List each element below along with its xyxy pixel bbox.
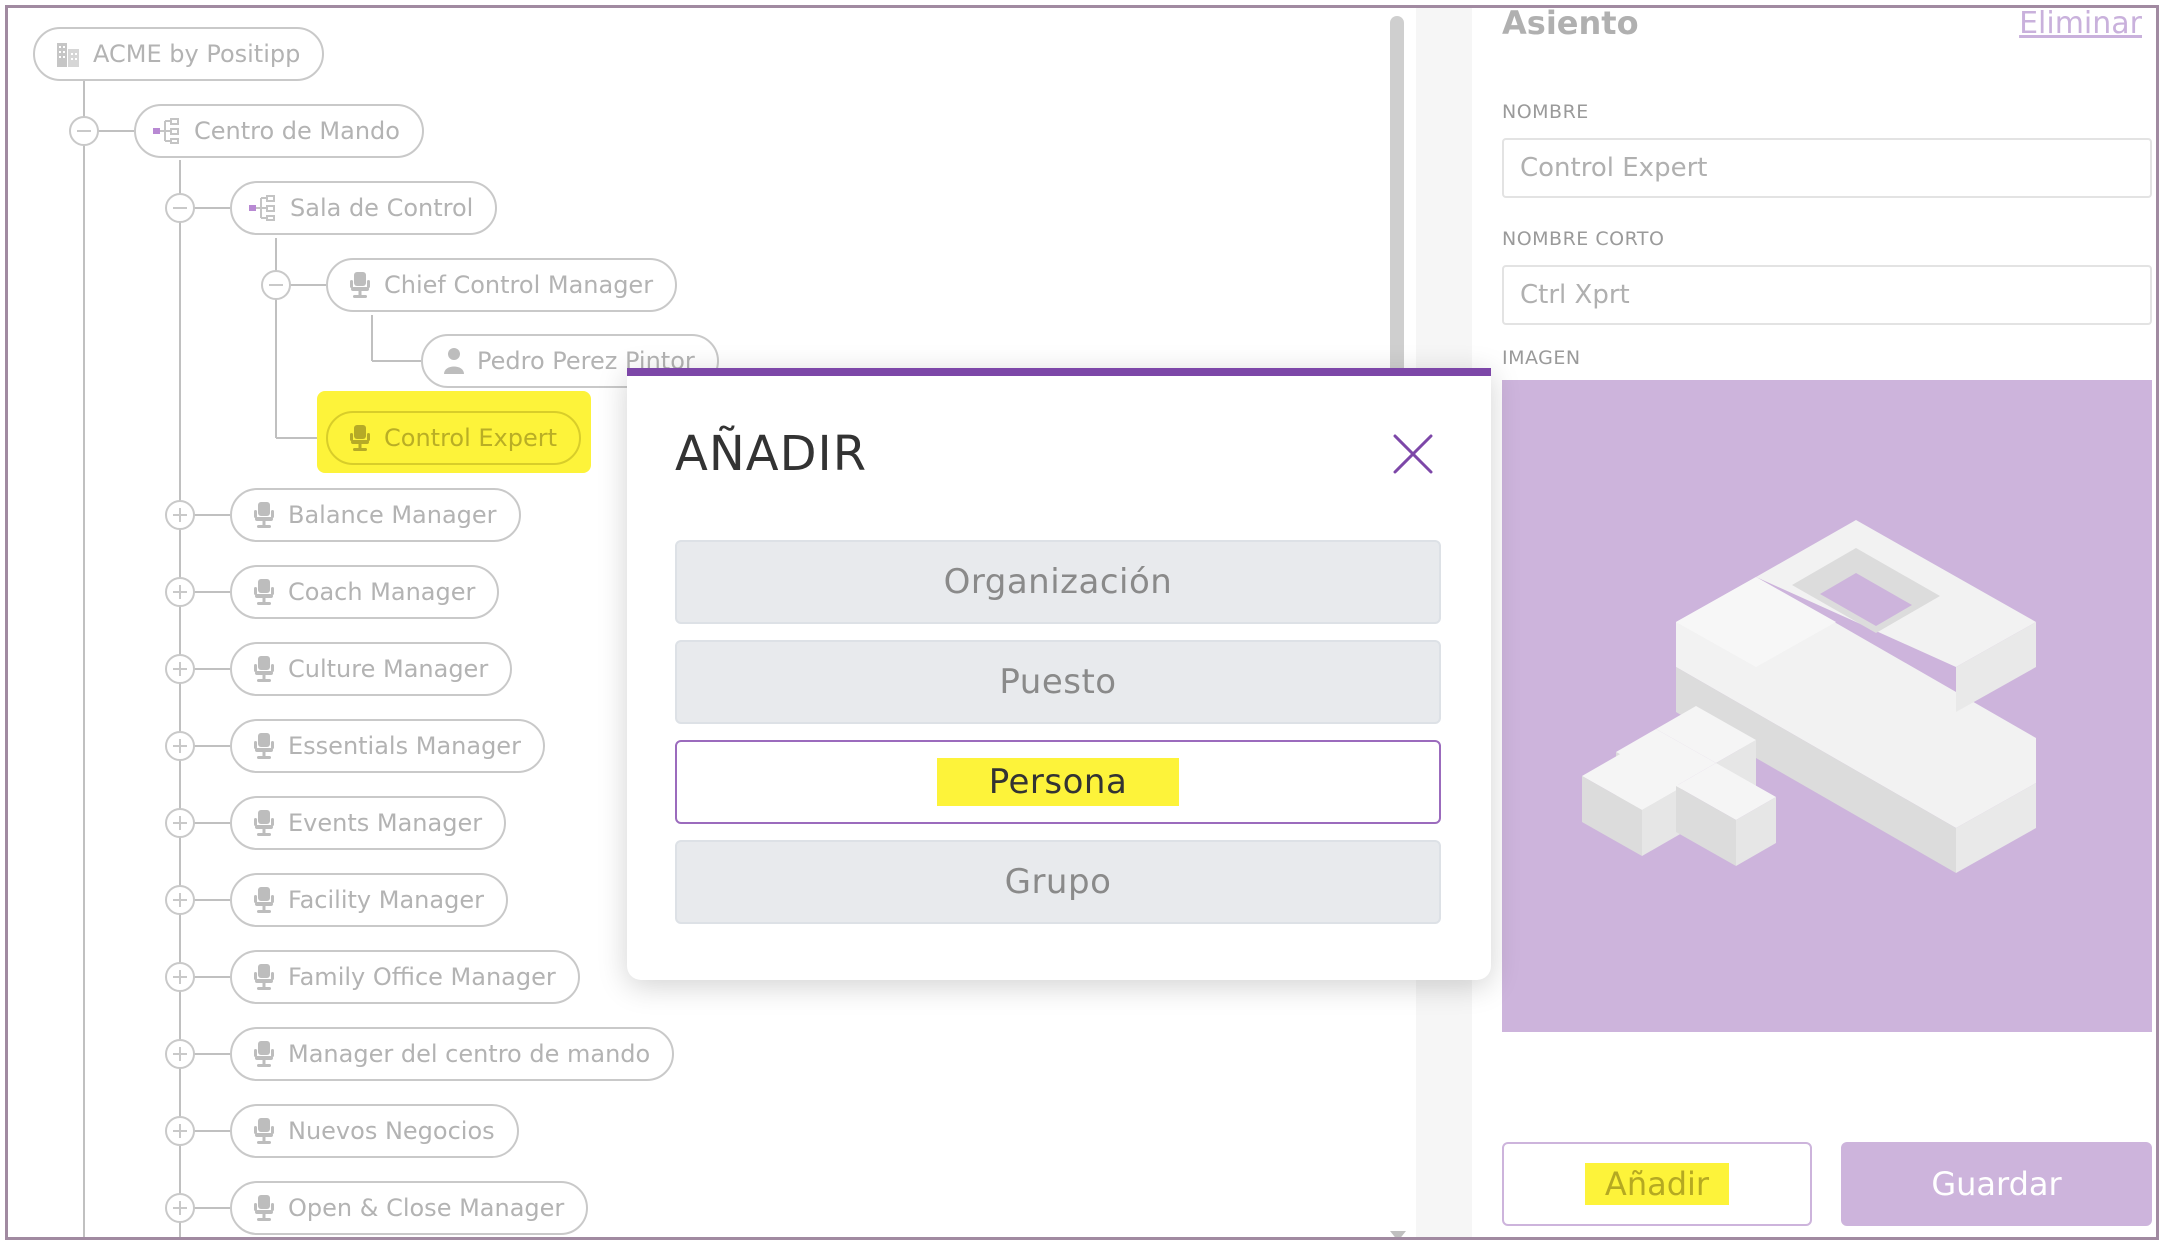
chair-icon <box>348 424 372 452</box>
node-label: Events Manager <box>288 809 483 837</box>
short-name-field[interactable]: Ctrl Xprt <box>1502 265 2152 325</box>
expand-toggle[interactable] <box>165 1193 195 1223</box>
node-label: Centro de Mando <box>194 117 400 145</box>
chair-icon <box>252 963 276 991</box>
add-modal: AÑADIR Organización Puesto Persona Grupo <box>627 368 1491 980</box>
option-person[interactable]: Persona <box>675 740 1441 824</box>
node-label: ACME by Positipp <box>93 40 301 68</box>
org-chart-icon <box>248 195 278 221</box>
node-label: Control Expert <box>384 424 558 452</box>
chair-icon <box>252 1117 276 1145</box>
tree-node-position[interactable]: Manager del centro de mando <box>230 1027 675 1081</box>
node-label: Nuevos Negocios <box>288 1117 495 1145</box>
tree-node-control-expert[interactable]: Control Expert <box>326 411 582 465</box>
org-chart-icon <box>152 118 182 144</box>
option-organization[interactable]: Organización <box>675 540 1441 624</box>
scrollbar-thumb[interactable] <box>1390 16 1404 376</box>
chair-icon <box>252 1194 276 1222</box>
node-label: Coach Manager <box>288 578 476 606</box>
panel-title: Asiento <box>1502 5 1639 42</box>
collapse-toggle[interactable] <box>261 270 291 300</box>
expand-toggle[interactable] <box>165 577 195 607</box>
chair-icon <box>252 732 276 760</box>
tree-node-position[interactable]: Open & Close Manager <box>230 1181 589 1235</box>
scroll-down-arrow-icon[interactable] <box>1390 1231 1406 1237</box>
chair-icon <box>252 501 276 529</box>
chair-icon <box>252 809 276 837</box>
expand-toggle[interactable] <box>165 1116 195 1146</box>
expand-toggle[interactable] <box>165 654 195 684</box>
tree-node-position[interactable]: Nuevos Negocios <box>230 1104 519 1158</box>
node-label: Facility Manager <box>288 886 484 914</box>
expand-toggle[interactable] <box>165 1039 195 1069</box>
add-button-label: Añadir <box>1584 1163 1730 1205</box>
short-name-label: NOMBRE CORTO <box>1502 228 1665 250</box>
expand-toggle[interactable] <box>165 500 195 530</box>
building-icon <box>55 39 81 69</box>
tree-node-control-room[interactable]: Sala de Control <box>230 181 498 235</box>
tree-node-position[interactable]: Family Office Manager <box>230 950 580 1004</box>
expand-toggle[interactable] <box>165 962 195 992</box>
details-panel: Asiento Eliminar NOMBRE Control Expert N… <box>1472 5 2156 1237</box>
app-frame: ACME by Positipp Centro de Mando Sala de… <box>5 5 2159 1240</box>
option-group[interactable]: Grupo <box>675 840 1441 924</box>
collapse-toggle[interactable] <box>69 116 99 146</box>
option-person-label: Persona <box>936 758 1180 806</box>
tree-node-command-center[interactable]: Centro de Mando <box>134 104 424 158</box>
node-label: Essentials Manager <box>288 732 521 760</box>
image-label: IMAGEN <box>1502 347 1581 369</box>
node-label: Open & Close Manager <box>288 1194 565 1222</box>
expand-toggle[interactable] <box>165 731 195 761</box>
name-field[interactable]: Control Expert <box>1502 138 2152 198</box>
node-label: Family Office Manager <box>288 963 556 991</box>
tree-node-chief-control-manager[interactable]: Chief Control Manager <box>326 258 678 312</box>
name-label: NOMBRE <box>1502 101 1589 123</box>
close-icon[interactable] <box>1391 432 1435 476</box>
collapse-toggle[interactable] <box>165 193 195 223</box>
tree-node-root[interactable]: ACME by Positipp <box>33 27 325 81</box>
tree-node-position[interactable]: Essentials Manager <box>230 719 545 773</box>
save-button[interactable]: Guardar <box>1841 1142 2152 1226</box>
expand-toggle[interactable] <box>165 808 195 838</box>
tree-node-position[interactable]: Events Manager <box>230 796 507 850</box>
chair-icon <box>252 578 276 606</box>
seat-image[interactable] <box>1502 380 2152 1032</box>
delete-link[interactable]: Eliminar <box>2019 8 2142 41</box>
tree-node-position[interactable]: Coach Manager <box>230 565 500 619</box>
chair-icon <box>252 886 276 914</box>
tree-node-position[interactable]: Facility Manager <box>230 873 508 927</box>
positipp-logo-image <box>1582 520 2036 873</box>
person-icon <box>443 347 465 375</box>
chair-icon <box>252 655 276 683</box>
node-label: Chief Control Manager <box>384 271 654 299</box>
node-label: Balance Manager <box>288 501 497 529</box>
tree-node-position[interactable]: Culture Manager <box>230 642 513 696</box>
modal-title: AÑADIR <box>675 426 868 482</box>
node-label: Culture Manager <box>288 655 489 683</box>
chair-icon <box>252 1040 276 1068</box>
chair-icon <box>348 271 372 299</box>
node-label: Manager del centro de mando <box>288 1040 651 1068</box>
tree-node-position[interactable]: Balance Manager <box>230 488 521 542</box>
option-position[interactable]: Puesto <box>675 640 1441 724</box>
add-button[interactable]: Añadir <box>1502 1142 1812 1226</box>
node-label: Sala de Control <box>290 194 474 222</box>
expand-toggle[interactable] <box>165 885 195 915</box>
